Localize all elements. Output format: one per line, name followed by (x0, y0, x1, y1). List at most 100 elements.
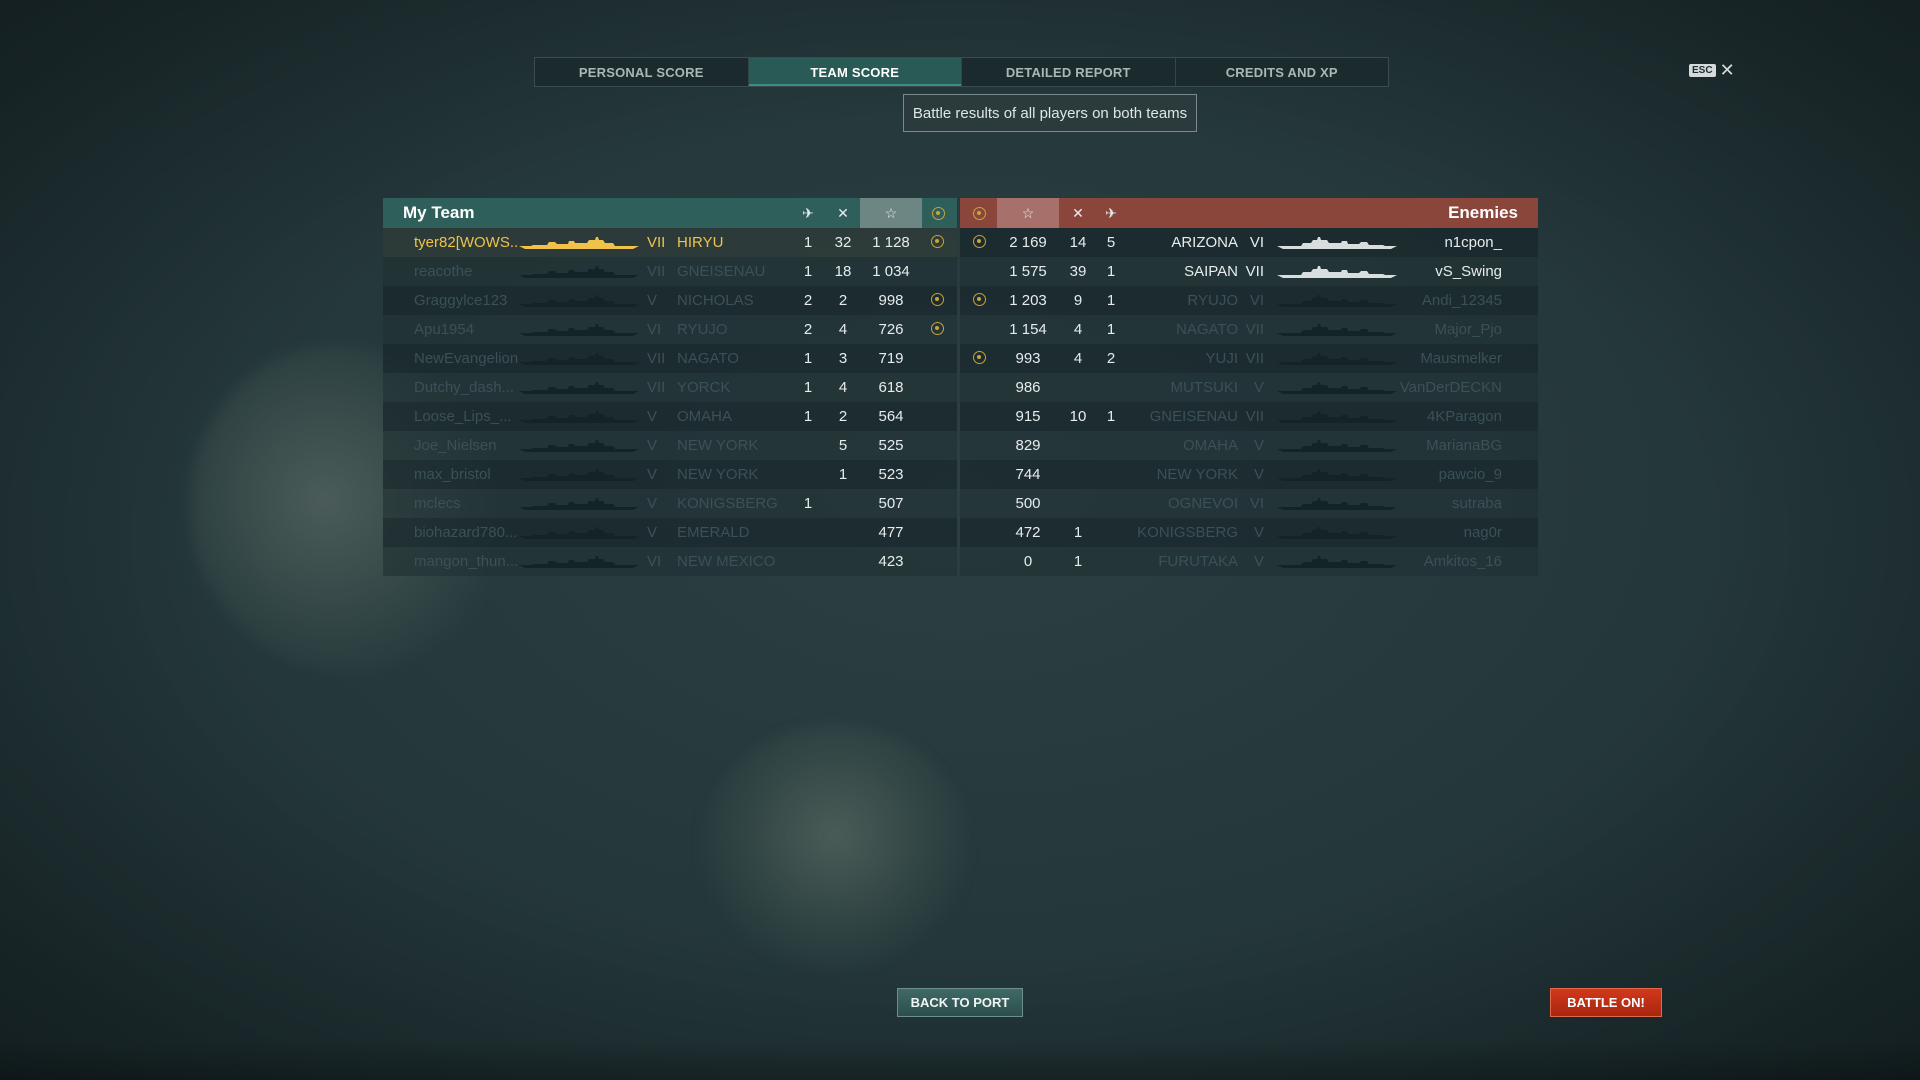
back-to-port-button[interactable]: BACK TO PORT (897, 988, 1023, 1017)
player-name: MarianaBG (1426, 437, 1502, 454)
ship-silhouette-icon (519, 228, 639, 257)
kills-value: 18 (834, 263, 852, 280)
my-team-row[interactable]: Graggylce123 V NICHOLAS 2 2 998 (383, 286, 957, 315)
kills-value: 39 (1069, 263, 1087, 280)
ship-name: EMERALD (677, 524, 750, 541)
my-team-row[interactable]: NewEvangelion VII NAGATO 1 3 719 (383, 344, 957, 373)
tab-personal-score[interactable]: PERSONAL SCORE (535, 58, 749, 86)
my-team-row[interactable]: reacothe VII GNEISENAU 1 18 1 034 (383, 257, 957, 286)
battle-on-button[interactable]: BATTLE ON! (1550, 988, 1662, 1017)
kills-value: 4 (838, 379, 848, 396)
ship-name: NEW YORK (677, 437, 759, 454)
medal-icon (973, 235, 986, 248)
enemy-row[interactable]: 1 203 9 1 RYUJO VI Andi_12345 (960, 286, 1538, 315)
ship-silhouette-icon (519, 489, 639, 518)
player-name: vS_Swing (1435, 263, 1502, 280)
planes-value: 1 (1106, 292, 1116, 309)
enemy-row[interactable]: 1 575 39 1 SAIPAN VII vS_Swing (960, 257, 1538, 286)
ship-name: KONIGSBERG (677, 495, 778, 512)
my-team-row[interactable]: max_bristol V NEW YORK 1 523 (383, 460, 957, 489)
player-name: reacothe (414, 263, 473, 280)
player-name: Graggylce123 (414, 292, 508, 309)
xp-value: 1 203 (1009, 292, 1047, 309)
kills-value (1063, 489, 1093, 518)
kills-value: 1 (1073, 553, 1083, 570)
xp-value: 998 (878, 292, 904, 309)
close-button[interactable]: ESC ✕ (1689, 60, 1735, 80)
island-bottom-decoration (700, 725, 970, 970)
tab-credits-and-xp[interactable]: CREDITS AND XP (1176, 58, 1389, 86)
kills-value: 9 (1073, 292, 1083, 309)
player-name: Loose_Lips_... (414, 408, 512, 425)
ship-tier: VII (1245, 408, 1264, 425)
player-name: Dutchy_dash... (414, 379, 515, 396)
my-team-row[interactable]: mangon_thun... VI NEW MEXICO 423 (383, 547, 957, 576)
enemy-row[interactable]: 986 MUTSUKI V VanDerDECKN (960, 373, 1538, 402)
ship-name: NEW MEXICO (677, 553, 776, 570)
ship-tier: V (647, 437, 658, 454)
enemy-row[interactable]: 2 169 14 5 ARIZONA VI n1cpon_ (960, 228, 1538, 257)
ship-silhouette-icon (519, 402, 639, 431)
planes-value: 1 (803, 408, 813, 425)
player-name: pawcio_9 (1438, 466, 1502, 483)
tab-detailed-report[interactable]: DETAILED REPORT (962, 58, 1176, 86)
planes-column-icon: ✈ (802, 204, 814, 221)
player-name: Apu1954 (414, 321, 475, 338)
player-name: sutraba (1451, 495, 1502, 512)
ship-silhouette-icon (1277, 373, 1397, 402)
my-team-row[interactable]: tyer82[WOWS... VII HIRYU 1 32 1 128 (383, 228, 957, 257)
xp-value: 829 (1015, 437, 1041, 454)
close-icon: ✕ (1719, 60, 1735, 80)
ship-name: RYUJO (677, 321, 728, 338)
ship-tier: VI (1249, 495, 1264, 512)
ship-silhouette-icon (1277, 315, 1397, 344)
enemy-row[interactable]: 1 154 4 1 NAGATO VII Major_Pjo (960, 315, 1538, 344)
ship-silhouette-icon (1277, 547, 1397, 576)
my-team-row[interactable]: Loose_Lips_... V OMAHA 1 2 564 (383, 402, 957, 431)
my-team-row[interactable]: Apu1954 VI RYUJO 2 4 726 (383, 315, 957, 344)
enemy-row[interactable]: 472 1 KONIGSBERG Vnag0r (960, 518, 1538, 547)
enemy-row[interactable]: 0 1 FURUTAKA V Amkitos_16 (960, 547, 1538, 576)
planes-value: 1 (1106, 263, 1116, 280)
ship-silhouette-icon (1277, 344, 1397, 373)
enemies-header: ☆ ✕ ✈ Enemies (960, 198, 1538, 228)
ship-silhouette-icon (519, 460, 639, 489)
ship-silhouette-icon (1277, 402, 1397, 431)
ship-name: OMAHA (677, 408, 733, 425)
player-name: mclecs (414, 495, 461, 512)
player-name: n1cpon_ (1444, 234, 1502, 251)
ship-tier: VI (647, 321, 662, 338)
ship-tier: V (647, 495, 658, 512)
ship-tier: V (647, 524, 658, 541)
planes-value: 2 (803, 321, 813, 338)
enemy-row[interactable]: 744 NEW YORK Vpawcio_9 (960, 460, 1538, 489)
my-team-title: My Team (403, 203, 475, 222)
medal-icon (931, 322, 944, 335)
enemy-planes-column-icon: ✈ (1105, 204, 1117, 221)
planes-value (793, 460, 823, 489)
tab-team-score[interactable]: TEAM SCORE (748, 58, 962, 86)
planes-value: 1 (803, 379, 813, 396)
kills-value: 1 (1073, 524, 1083, 541)
enemy-row[interactable]: 829 OMAHA V MarianaBG (960, 431, 1538, 460)
ship-tier: VII (1245, 263, 1264, 280)
kills-value (1063, 460, 1093, 489)
my-team-row[interactable]: Dutchy_dash... VII YORCK 1 4 618 (383, 373, 957, 402)
enemy-kills-column-icon: ✕ (1072, 204, 1084, 221)
planes-value (793, 547, 823, 576)
xp-column-icon: ☆ (860, 198, 922, 228)
ship-silhouette-icon (519, 315, 639, 344)
ship-name: GNEISENAU (1149, 408, 1238, 425)
enemy-row[interactable]: 993 4 2 YUJI VII Mausmelker (960, 344, 1538, 373)
enemy-row[interactable]: 500 OGNEVOI VI sutraba (960, 489, 1538, 518)
medal-icon (973, 293, 986, 306)
my-team-row[interactable]: mclecs V KONIGSBERG 1 507 (383, 489, 957, 518)
enemy-row[interactable]: 915 10 1 GNEISENAU VII 4KParagon (960, 402, 1538, 431)
my-team-row[interactable]: Joe_Nielsen V NEW YORK 5 525 (383, 431, 957, 460)
player-name: biohazard780... (414, 524, 518, 541)
planes-value (1096, 489, 1126, 518)
player-name: mangon_thun... (414, 553, 518, 570)
xp-value: 500 (1015, 495, 1041, 512)
ship-silhouette-icon (1277, 257, 1397, 286)
my-team-row[interactable]: biohazard780... V EMERALD 477 (383, 518, 957, 547)
